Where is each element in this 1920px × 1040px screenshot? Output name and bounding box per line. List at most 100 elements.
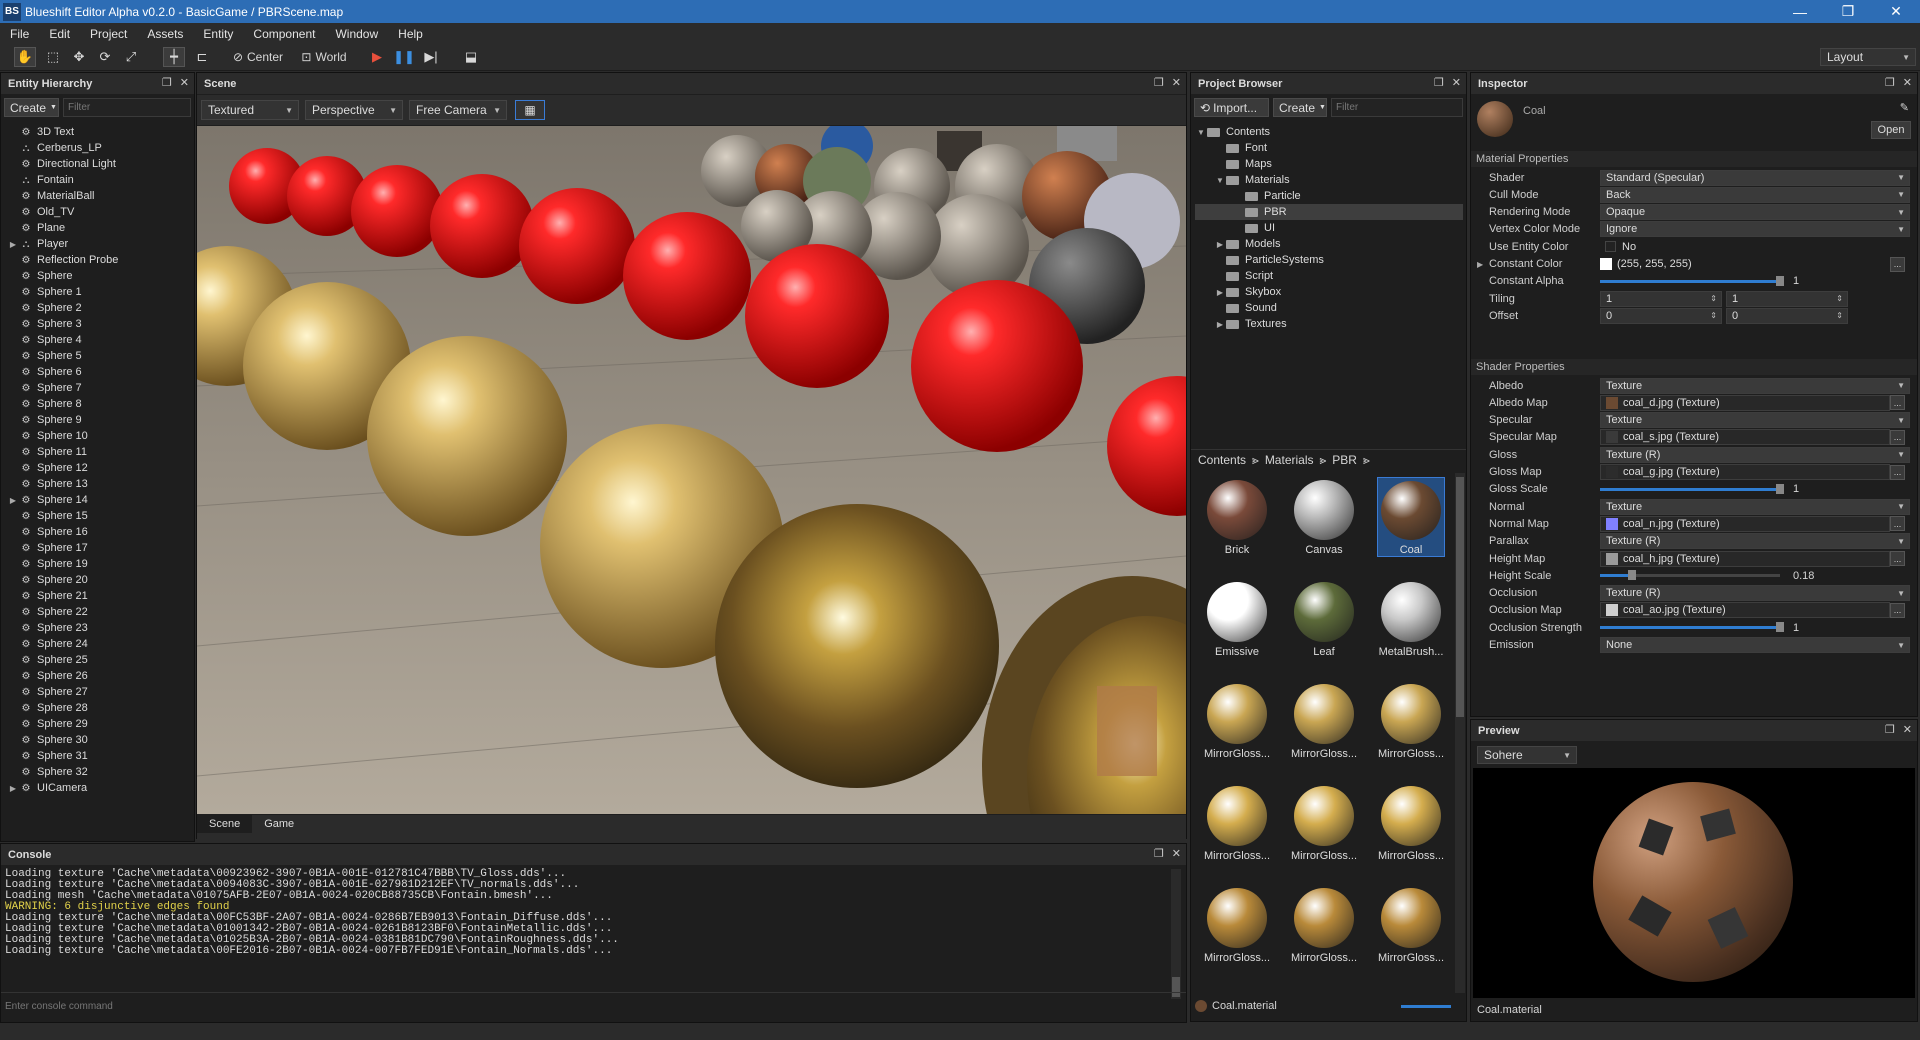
hierarchy-item[interactable]: ⚙ Plane xyxy=(7,220,192,236)
layout-dropdown[interactable]: Layout ▼ xyxy=(1820,48,1916,66)
expand-arrow-icon[interactable]: ▶ xyxy=(1214,320,1226,329)
hierarchy-item[interactable]: ⚙ Sphere 30 xyxy=(7,732,192,748)
slider-value[interactable]: 1 xyxy=(1793,275,1799,287)
hierarchy-item[interactable]: ⚙ Sphere 16 xyxy=(7,524,192,540)
import-button[interactable]: ⟲ Import... xyxy=(1194,98,1269,117)
slider-fill[interactable] xyxy=(1600,279,1780,283)
hierarchy-item[interactable]: ⚙ Sphere 21 xyxy=(7,588,192,604)
projection-dropdown[interactable]: Perspective ▼ xyxy=(305,100,403,120)
hierarchy-item[interactable]: ⚙ Sphere 28 xyxy=(7,700,192,716)
slider-fill[interactable] xyxy=(1600,487,1780,491)
asset-thumbnail-item[interactable]: MirrorGloss... xyxy=(1290,885,1358,965)
hierarchy-item[interactable]: ⚙ Sphere 13 xyxy=(7,476,192,492)
hierarchy-item[interactable]: ⚙ Sphere 15 xyxy=(7,508,192,524)
hierarchy-item[interactable]: ⚙ Directional Light xyxy=(7,156,192,172)
number-field[interactable]: 1 ⇕ xyxy=(1726,290,1848,307)
hierarchy-item[interactable]: ⚙ Sphere 24 xyxy=(7,636,192,652)
breadcrumb-contents[interactable]: Contents xyxy=(1198,453,1246,467)
texture-field[interactable]: coal_g.jpg (Texture) xyxy=(1600,464,1890,480)
expand-arrow-icon[interactable]: ▶ xyxy=(1214,240,1226,249)
folder-item[interactable]: Font xyxy=(1195,140,1463,156)
hierarchy-item[interactable]: ⚙ Sphere 5 xyxy=(7,348,192,364)
browse-texture-button[interactable]: ... xyxy=(1890,602,1905,618)
close-panel-icon[interactable]: ✕ xyxy=(1903,76,1912,89)
expand-arrow-icon[interactable]: ▶ xyxy=(1214,288,1226,297)
expand-arrow-icon[interactable]: ▶ xyxy=(7,496,19,505)
asset-thumbnail-item[interactable]: MirrorGloss... xyxy=(1203,681,1271,761)
eyedropper-icon[interactable]: ✎ xyxy=(1900,101,1909,114)
spinner-icon[interactable]: ⇕ xyxy=(1836,294,1843,303)
build-icon[interactable]: ⬓ xyxy=(460,47,482,67)
hierarchy-item[interactable]: ⚙ Sphere 6 xyxy=(7,364,192,380)
hierarchy-item[interactable]: ⚙ Sphere 17 xyxy=(7,540,192,556)
property-dropdown[interactable]: Texture (R) ▼ xyxy=(1600,446,1910,463)
slider-handle[interactable] xyxy=(1776,622,1784,633)
world-space-toggle[interactable]: ⊡ World xyxy=(294,47,354,67)
hierarchy-item[interactable]: ⚙ Sphere 3 xyxy=(7,316,192,332)
property-dropdown[interactable]: Ignore ▼ xyxy=(1600,221,1910,238)
close-panel-icon[interactable]: ✕ xyxy=(180,76,189,89)
hierarchy-item[interactable]: ⚙ Sphere 31 xyxy=(7,748,192,764)
menu-project[interactable]: Project xyxy=(80,27,137,41)
property-dropdown[interactable]: Texture (R) ▼ xyxy=(1600,585,1910,602)
asset-scrollbar[interactable] xyxy=(1455,473,1465,993)
close-panel-icon[interactable]: ✕ xyxy=(1903,723,1912,736)
property-checkbox[interactable]: No xyxy=(1600,239,1660,255)
menu-component[interactable]: Component xyxy=(243,27,325,41)
color-field[interactable]: (255, 255, 255) xyxy=(1600,256,1890,272)
texture-field[interactable]: coal_n.jpg (Texture) xyxy=(1600,515,1890,532)
folder-item[interactable]: ▼ Contents xyxy=(1195,124,1463,140)
slider-handle[interactable] xyxy=(1776,483,1784,494)
property-dropdown[interactable]: Standard (Specular) ▼ xyxy=(1600,169,1910,186)
hierarchy-item[interactable]: ⚙ Sphere 4 xyxy=(7,332,192,348)
texture-field[interactable]: coal_ao.jpg (Texture) xyxy=(1600,602,1890,619)
slider-value[interactable]: 1 xyxy=(1793,483,1799,495)
snap-tool-icon[interactable]: ┿ xyxy=(163,47,185,67)
move-tool-icon[interactable]: ✥ xyxy=(68,47,90,67)
align-tool-icon[interactable]: ⊏ xyxy=(191,47,213,67)
hierarchy-item[interactable]: ⚙ Sphere 12 xyxy=(7,460,192,476)
asset-thumbnail-item[interactable]: Brick xyxy=(1203,477,1271,557)
undock-icon[interactable]: ❐ xyxy=(1154,847,1164,860)
expand-arrow-icon[interactable]: ▼ xyxy=(1195,128,1207,137)
hierarchy-item[interactable]: ⚙ Sphere 32 xyxy=(7,764,192,780)
asset-thumbnail-item[interactable]: Canvas xyxy=(1290,477,1358,557)
property-dropdown[interactable]: Texture ▼ xyxy=(1600,412,1910,429)
folder-item[interactable]: ▼ Materials xyxy=(1195,172,1463,188)
hierarchy-item[interactable]: ⚙ Sphere 26 xyxy=(7,668,192,684)
breadcrumb-pbr[interactable]: PBR xyxy=(1332,453,1357,467)
asset-thumbnail-item[interactable]: MirrorGloss... xyxy=(1290,681,1358,761)
menu-window[interactable]: Window xyxy=(325,27,388,41)
play-icon[interactable]: ▶ xyxy=(366,47,388,67)
browse-texture-button[interactable]: ... xyxy=(1890,429,1905,445)
menu-help[interactable]: Help xyxy=(388,27,433,41)
hand-tool-icon[interactable]: ✋ xyxy=(14,47,36,67)
console-scrollbar[interactable] xyxy=(1171,869,1181,999)
open-button[interactable]: Open xyxy=(1871,121,1911,139)
hierarchy-filter-input[interactable]: Filter xyxy=(63,98,191,117)
menu-edit[interactable]: Edit xyxy=(39,27,80,41)
folder-item[interactable]: Sound xyxy=(1195,300,1463,316)
property-dropdown[interactable]: Opaque ▼ xyxy=(1600,204,1910,221)
pivot-center-toggle[interactable]: ⊘ Center xyxy=(228,47,288,67)
undock-icon[interactable]: ❐ xyxy=(162,76,172,89)
undock-icon[interactable]: ❐ xyxy=(1885,76,1895,89)
folder-item[interactable]: Particle xyxy=(1195,188,1463,204)
project-create-button[interactable]: Create ▼ xyxy=(1273,98,1327,117)
step-icon[interactable]: ▶| xyxy=(420,47,442,67)
hierarchy-item[interactable]: ⛬ Fontain xyxy=(7,172,192,188)
tab-scene[interactable]: Scene xyxy=(197,815,253,833)
menu-file[interactable]: File xyxy=(0,27,39,41)
property-dropdown[interactable]: Texture (R) ▼ xyxy=(1600,533,1910,550)
hierarchy-item[interactable]: ⚙ Sphere 10 xyxy=(7,428,192,444)
hierarchy-item[interactable]: ⚙ Sphere 23 xyxy=(7,620,192,636)
close-panel-icon[interactable]: ✕ xyxy=(1172,847,1181,860)
camera-dropdown[interactable]: Free Camera ▼ xyxy=(409,100,507,120)
thumbnail-size-slider[interactable] xyxy=(1401,1005,1451,1008)
hierarchy-item[interactable]: ▶ ⚙ Sphere 14 xyxy=(7,492,192,508)
hierarchy-item[interactable]: ⚙ Sphere 25 xyxy=(7,652,192,668)
folder-item[interactable]: PBR xyxy=(1195,204,1463,220)
property-dropdown[interactable]: Texture ▼ xyxy=(1600,498,1910,515)
asset-thumbnail-item[interactable]: Leaf xyxy=(1290,579,1358,659)
browse-texture-button[interactable]: ... xyxy=(1890,551,1905,566)
